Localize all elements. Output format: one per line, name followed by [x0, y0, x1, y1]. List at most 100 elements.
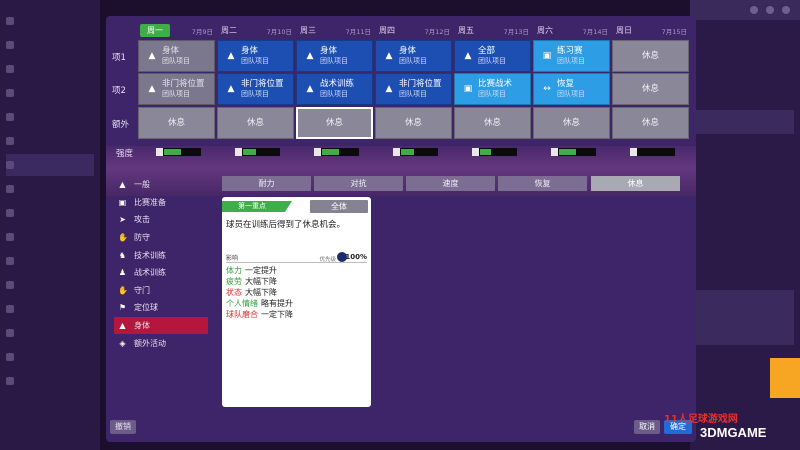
category-item[interactable]: ♞ 技术训练 [114, 246, 208, 264]
cancel-button[interactable]: 取消 [634, 420, 660, 434]
schedule-cell[interactable]: ▲ 战术训练 团队项目 [296, 73, 373, 105]
row-label-extra: 额外 [112, 120, 130, 130]
day-header-sat[interactable]: 周六 7月14日 [533, 22, 611, 40]
training-tab[interactable]: 恢复 [498, 176, 587, 191]
effect-attribute: 体力 [226, 266, 242, 275]
schedule-cell[interactable]: 休息 [612, 40, 689, 72]
training-tab[interactable]: 休息 [591, 176, 680, 191]
day-header-wed[interactable]: 周三 7月11日 [296, 22, 374, 40]
effect-attribute: 疲劳 [226, 277, 242, 286]
schedule-cell[interactable]: 休息 [454, 107, 531, 139]
day-name: 周四 [379, 26, 395, 35]
schedule-cell[interactable]: 休息 [612, 107, 689, 139]
intensity-fill [164, 149, 181, 155]
schedule-cell[interactable]: ▣ 练习赛 团队项目 [533, 40, 610, 72]
scope-selector[interactable]: 全体 [310, 200, 368, 213]
intensity-icon [314, 148, 321, 156]
effect-value: 大幅下降 [245, 288, 277, 297]
schedule-cell[interactable]: ▲ 全部 团队项目 [454, 40, 531, 72]
intensity-icon [472, 148, 479, 156]
sidebar-row [6, 250, 94, 272]
match-prep-icon: ▣ [463, 84, 473, 94]
category-item[interactable]: ▣ 比赛准备 [114, 194, 208, 212]
effect-value: 一定下降 [261, 310, 293, 319]
schedule-cell[interactable]: ▲ 身体 团队项目 [217, 40, 294, 72]
cell-subtitle: 团队项目 [320, 57, 348, 65]
category-item[interactable]: ✋ 防守 [114, 229, 208, 247]
cell-text: 比赛战术 团队项目 [478, 79, 512, 99]
focus-badge: 第一重点 [222, 201, 292, 212]
schedule-cell[interactable]: 休息 [612, 73, 689, 105]
category-label: 比赛准备 [134, 197, 166, 207]
cell-subtitle: 团队项目 [478, 90, 506, 98]
category-item[interactable]: ▲ 身体 [114, 316, 208, 335]
intensity-icon [393, 148, 400, 156]
cell-title: 战术训练 [320, 79, 355, 89]
app-right-panel [690, 0, 800, 450]
training-tab[interactable]: 速度 [406, 176, 495, 191]
schedule-cell[interactable]: 休息 [296, 107, 373, 139]
effect-row: 体力 一定提升 [226, 265, 293, 276]
category-label: 战术训练 [134, 268, 166, 278]
intensity-bar [393, 148, 438, 156]
day-header-fri[interactable]: 周五 7月13日 [454, 22, 532, 40]
cell-title: 休息 [641, 51, 659, 61]
attack-icon: ➤ [119, 215, 126, 225]
schedule-cell[interactable]: ▲ 身体 团队项目 [138, 40, 215, 72]
schedule-cell[interactable]: ↔ 恢复 团队项目 [533, 73, 610, 105]
schedule-cell[interactable]: 休息 [217, 107, 294, 139]
schedule-cell[interactable]: ▲ 非门将位置 团队项目 [375, 73, 452, 105]
category-item[interactable]: ♟ 战术训练 [114, 264, 208, 282]
day-header-tue[interactable]: 周二 7月10日 [217, 22, 295, 40]
impact-header: 影响 优先级 100% [226, 252, 367, 263]
effect-attribute: 状态 [226, 288, 242, 297]
schedule-cell[interactable]: ▲ 身体 团队项目 [375, 40, 452, 72]
intensity-fill [322, 149, 339, 155]
cell-title: 非门将位置 [241, 79, 284, 89]
intensity-icon [156, 148, 163, 156]
day-date: 7月13日 [503, 28, 529, 36]
category-item[interactable]: ▲ 一般 [114, 176, 208, 194]
cell-title: 休息 [404, 118, 422, 128]
sidebar-row [6, 370, 94, 392]
set-piece-icon: ⚑ [118, 303, 127, 313]
intensity-icon [551, 148, 558, 156]
schedule-cell[interactable]: 休息 [375, 107, 452, 139]
effect-value: 略有提升 [261, 299, 293, 308]
schedule-cell[interactable]: ▲ 非门将位置 团队项目 [217, 73, 294, 105]
goalkeeper-icon: ✋ [118, 285, 128, 295]
day-date: 7月10日 [266, 28, 292, 36]
training-tab[interactable]: 耐力 [222, 176, 311, 191]
impact-label: 影响 [226, 255, 239, 262]
intensity-fill [480, 149, 491, 155]
cell-subtitle: 团队项目 [557, 90, 585, 98]
cell-title: 休息 [246, 118, 264, 128]
category-item[interactable]: ✋ 守门 [114, 282, 208, 300]
category-item[interactable]: ➤ 攻击 [114, 211, 208, 229]
schedule-cell[interactable]: ▲ 非门将位置 团队项目 [138, 73, 215, 105]
tactics-icon: ▲ [306, 84, 314, 94]
category-label: 守门 [134, 285, 150, 295]
day-name: 周三 [300, 26, 316, 35]
category-label: 攻击 [134, 215, 150, 225]
cell-text: 休息 [642, 118, 659, 128]
category-item[interactable]: ◈ 额外活动 [114, 334, 208, 352]
schedule-cell[interactable]: 休息 [533, 107, 610, 139]
category-item[interactable]: ⚑ 定位球 [114, 299, 208, 317]
cell-text: 休息 [247, 118, 264, 128]
sidebar-row [6, 298, 94, 320]
cell-title: 身体 [320, 46, 338, 56]
training-tab[interactable]: 对抗 [314, 176, 403, 191]
day-name: 周二 [221, 26, 237, 35]
cell-text: 身体 团队项目 [399, 46, 427, 66]
schedule-cell[interactable]: ▣ 比赛战术 团队项目 [454, 73, 531, 105]
schedule-cell[interactable]: ▲ 身体 团队项目 [296, 40, 373, 72]
category-label: 一般 [134, 180, 150, 190]
day-name: 周六 [537, 26, 553, 35]
day-header-mon[interactable]: 周一 7月9日 [138, 22, 216, 40]
day-header-thu[interactable]: 周四 7月12日 [375, 22, 453, 40]
undo-button[interactable]: 撤销 [110, 420, 136, 434]
day-header-sun[interactable]: 周日 7月15日 [612, 22, 690, 40]
schedule-cell[interactable]: 休息 [138, 107, 215, 139]
intensity-bar [472, 148, 517, 156]
